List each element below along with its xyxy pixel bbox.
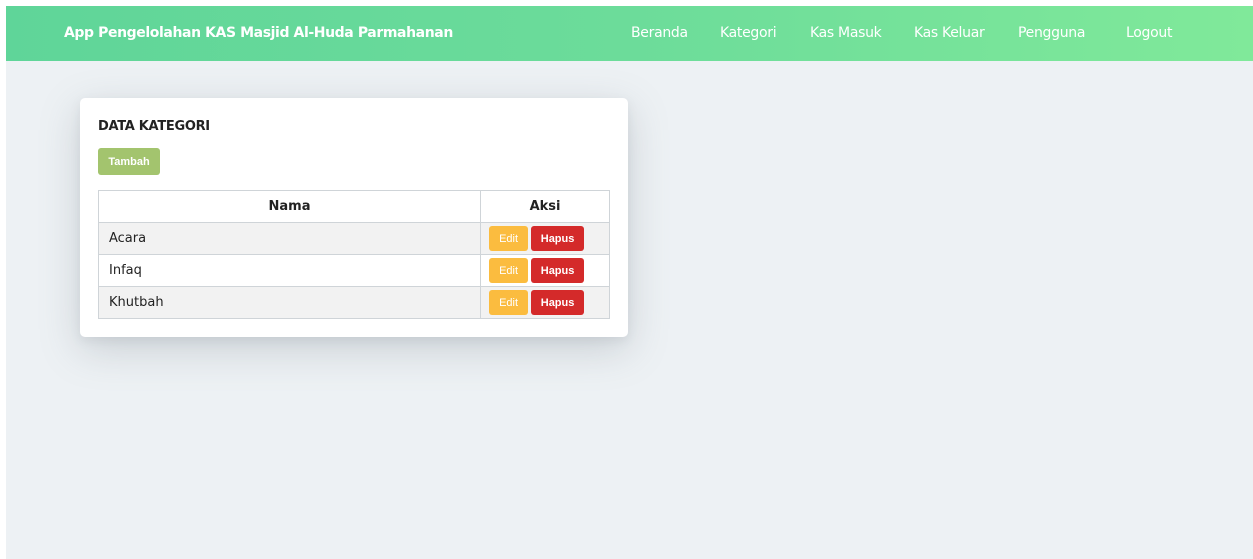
hapus-button[interactable]: Hapus — [531, 226, 585, 251]
nav-link-kategori[interactable]: Kategori — [720, 6, 777, 61]
table-row: Infaq Edit Hapus — [97, 254, 610, 287]
cell-nama: Khutbah — [97, 286, 482, 319]
table-row: Acara Edit Hapus — [97, 222, 610, 255]
nav-link-kas-keluar[interactable]: Kas Keluar — [914, 6, 985, 61]
hapus-button[interactable]: Hapus — [531, 258, 585, 283]
edit-button[interactable]: Edit — [489, 226, 529, 251]
cell-nama: Infaq — [97, 254, 482, 287]
column-header-aksi: Aksi — [480, 190, 610, 223]
edit-button[interactable]: Edit — [489, 290, 529, 315]
cell-nama: Acara — [97, 222, 482, 255]
kategori-table: Nama Aksi Acara Edit Hapus Infaq Edit Hapu… — [97, 190, 610, 319]
cell-aksi: Edit Hapus — [480, 222, 610, 255]
navbar: App Pengelolahan KAS Masjid Al-Huda Parm… — [6, 6, 1253, 61]
nav-link-beranda[interactable]: Beranda — [631, 6, 688, 61]
cell-aksi: Edit Hapus — [480, 286, 610, 319]
nav-link-logout[interactable]: Logout — [1126, 6, 1172, 61]
brand-title[interactable]: App Pengelolahan KAS Masjid Al-Huda Parm… — [64, 6, 453, 61]
table-header-row: Nama Aksi — [97, 190, 610, 223]
hapus-button[interactable]: Hapus — [531, 290, 585, 315]
nav-link-kas-masuk[interactable]: Kas Masuk — [810, 6, 882, 61]
table-row: Khutbah Edit Hapus — [97, 286, 610, 319]
cell-aksi: Edit Hapus — [480, 254, 610, 287]
column-header-nama: Nama — [97, 190, 482, 223]
kategori-card: DATA KATEGORI Tambah Nama Aksi Acara Edi… — [80, 98, 628, 337]
card-title: DATA KATEGORI — [98, 119, 210, 134]
tambah-button[interactable]: Tambah — [98, 148, 160, 175]
app-frame: App Pengelolahan KAS Masjid Al-Huda Parm… — [6, 6, 1253, 559]
nav-link-pengguna[interactable]: Pengguna — [1018, 6, 1085, 61]
edit-button[interactable]: Edit — [489, 258, 529, 283]
